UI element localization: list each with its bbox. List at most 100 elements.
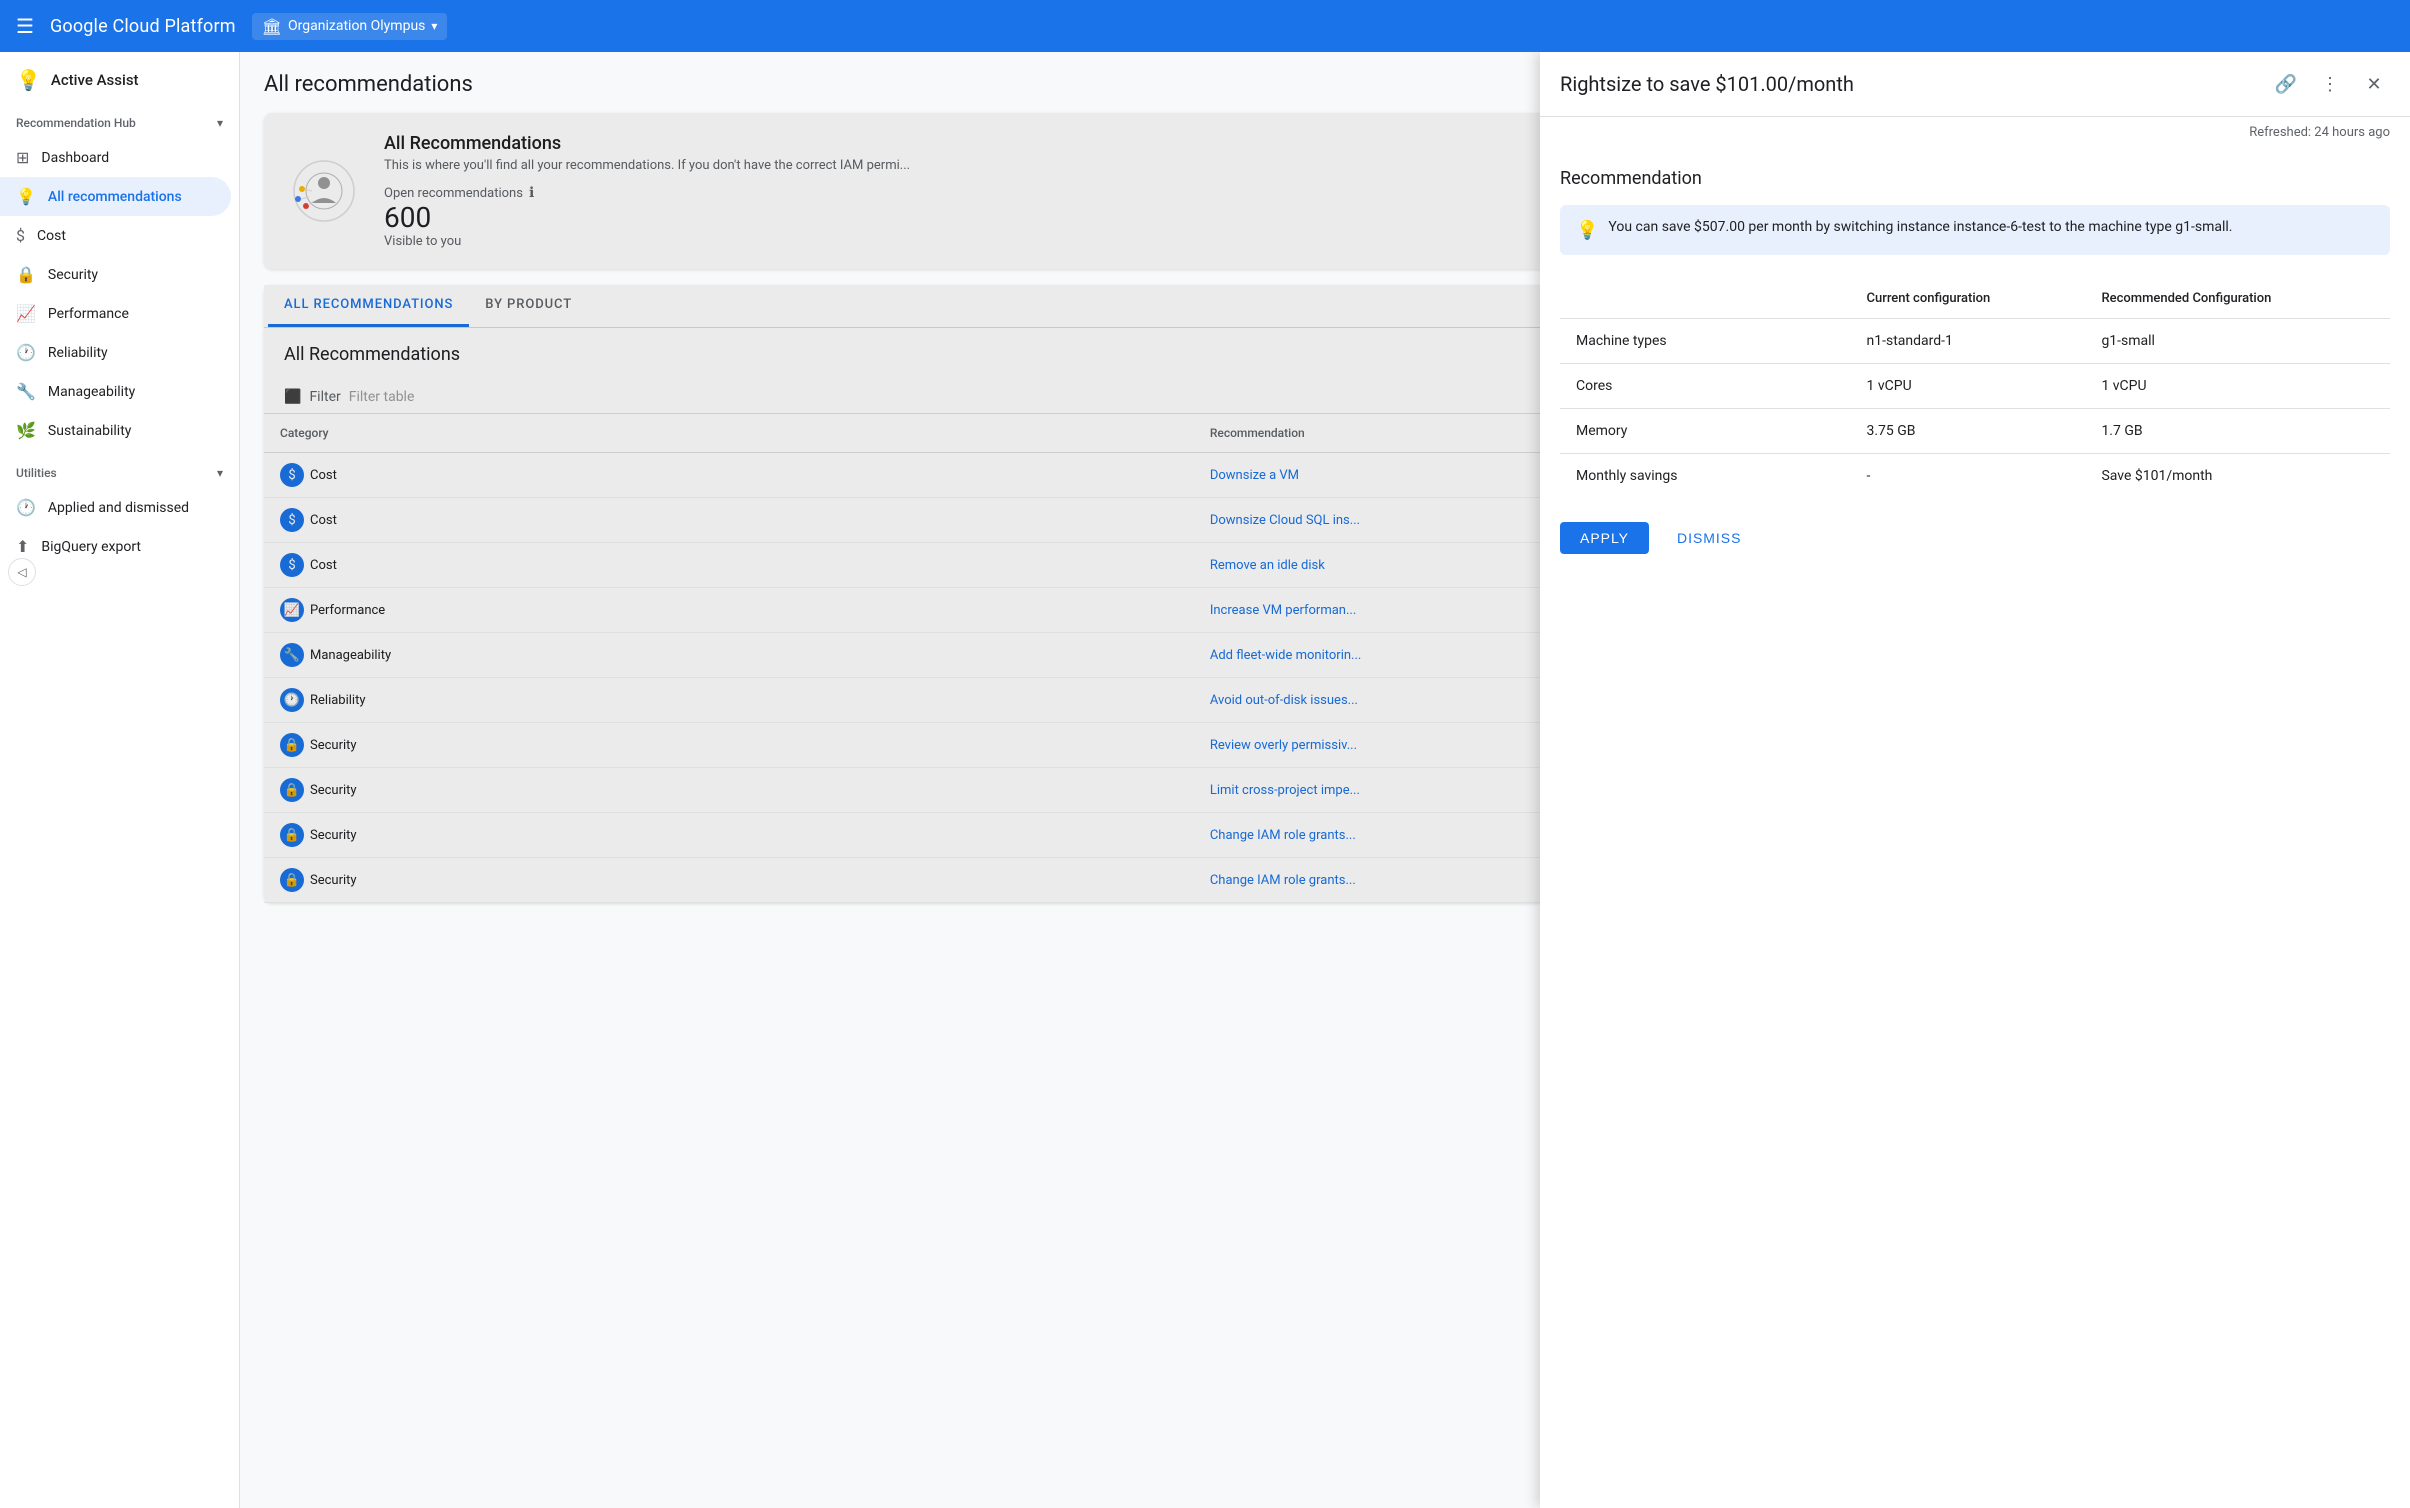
category-name: Security bbox=[310, 873, 357, 888]
sidebar-item-label: All recommendations bbox=[48, 189, 182, 205]
config-recommended-value: Save $101/month bbox=[2085, 454, 2390, 499]
sidebar-item-label: Dashboard bbox=[41, 150, 109, 166]
security-badge-icon: 🔒 bbox=[280, 868, 304, 892]
content-area: All recommendations bbox=[240, 52, 2410, 1508]
cost-badge-icon: $ bbox=[280, 553, 304, 577]
recommendation-link[interactable]: Add fleet-wide monitorin... bbox=[1210, 648, 1362, 663]
illustration bbox=[284, 151, 364, 231]
filter-label: Filter bbox=[309, 389, 340, 405]
panel-title: Rightsize to save $101.00/month bbox=[1560, 72, 1854, 96]
detail-panel: Rightsize to save $101.00/month 🔗 ⋮ ✕ Re… bbox=[1540, 52, 2410, 1508]
refresh-label: Refreshed: 24 hours ago bbox=[2249, 125, 2390, 140]
applied-dismissed-icon: 🕐 bbox=[16, 498, 36, 517]
sidebar-item-all-recommendations[interactable]: 💡 All recommendations bbox=[0, 177, 231, 216]
sidebar-item-bigquery-export[interactable]: ⬆ BigQuery export bbox=[0, 527, 231, 566]
open-recommendations: Open recommendations ℹ 600 Visible to yo… bbox=[384, 185, 910, 249]
action-buttons: APPLY DISMISS bbox=[1560, 522, 2390, 554]
category-name: Security bbox=[310, 783, 357, 798]
apply-button[interactable]: APPLY bbox=[1560, 522, 1649, 554]
card-description: This is where you'll find all your recom… bbox=[384, 158, 910, 173]
sidebar-item-label: BigQuery export bbox=[41, 539, 141, 555]
all-recommendations-icon: 💡 bbox=[16, 187, 36, 206]
info-banner-text: You can save $507.00 per month by switch… bbox=[1608, 219, 2232, 235]
config-label: Cores bbox=[1560, 364, 1851, 409]
org-selector[interactable]: 🏛 Organization Olympus ▾ bbox=[252, 13, 448, 40]
config-row-memory: Memory 3.75 GB 1.7 GB bbox=[1560, 409, 2390, 454]
reliability-icon: 🕐 bbox=[16, 343, 36, 362]
open-recs-label: Open recommendations bbox=[384, 186, 523, 201]
active-assist-icon: 💡 bbox=[16, 68, 41, 92]
panel-header: Rightsize to save $101.00/month 🔗 ⋮ ✕ bbox=[1540, 52, 2410, 117]
config-label: Machine types bbox=[1560, 319, 1851, 364]
copy-link-button[interactable]: 🔗 bbox=[2270, 68, 2302, 100]
cost-icon: $ bbox=[16, 226, 25, 245]
info-banner: 💡 You can save $507.00 per month by swit… bbox=[1560, 205, 2390, 255]
recommendation-link[interactable]: Downsize a VM bbox=[1210, 468, 1299, 483]
sidebar-item-label: Sustainability bbox=[48, 423, 131, 439]
filter-icon: ⬛ bbox=[284, 389, 301, 405]
security-icon: 🔒 bbox=[16, 265, 36, 284]
top-navigation: ☰ Google Cloud Platform 🏛 Organization O… bbox=[0, 0, 2410, 52]
category-name: Cost bbox=[310, 513, 337, 528]
dismiss-button[interactable]: DISMISS bbox=[1657, 522, 1761, 554]
sidebar-item-reliability[interactable]: 🕐 Reliability bbox=[0, 333, 231, 372]
collapse-sidebar-button[interactable]: ◁ bbox=[8, 558, 36, 586]
more-options-button[interactable]: ⋮ bbox=[2314, 68, 2346, 100]
category-name: Performance bbox=[310, 603, 385, 618]
sidebar-section-utilities[interactable]: Utilities ▾ bbox=[0, 458, 239, 488]
sidebar-item-manageability[interactable]: 🔧 Manageability bbox=[0, 372, 231, 411]
open-recs-count: 600 bbox=[384, 201, 534, 234]
reliability-badge-icon: 🕐 bbox=[280, 688, 304, 712]
panel-refresh-info: Refreshed: 24 hours ago bbox=[1540, 117, 2410, 148]
recommendation-link[interactable]: Remove an idle disk bbox=[1210, 558, 1325, 573]
sidebar-item-applied-dismissed[interactable]: 🕐 Applied and dismissed bbox=[0, 488, 231, 527]
sidebar-item-security[interactable]: 🔒 Security bbox=[0, 255, 231, 294]
sidebar-section-label: Recommendation Hub bbox=[16, 116, 136, 130]
recommendation-card-info: All Recommendations This is where you'll… bbox=[384, 133, 910, 249]
sidebar: 💡 Active Assist Recommendation Hub ▾ ⊞ D… bbox=[0, 52, 240, 1508]
sidebar-item-performance[interactable]: 📈 Performance bbox=[0, 294, 231, 333]
sidebar-item-label: Applied and dismissed bbox=[48, 500, 189, 516]
category-name: Security bbox=[310, 828, 357, 843]
sidebar-item-cost[interactable]: $ Cost bbox=[0, 216, 231, 255]
close-panel-button[interactable]: ✕ bbox=[2358, 68, 2390, 100]
sidebar-section-recommendation-hub[interactable]: Recommendation Hub ▾ bbox=[0, 108, 239, 138]
recommendation-link[interactable]: Review overly permissiv... bbox=[1210, 738, 1357, 753]
panel-body: Recommendation 💡 You can save $507.00 pe… bbox=[1540, 148, 2410, 1508]
recommendation-link[interactable]: Change IAM role grants... bbox=[1210, 828, 1356, 843]
org-icon: 🏛 bbox=[262, 17, 282, 36]
recommendation-link[interactable]: Change IAM role grants... bbox=[1210, 873, 1356, 888]
tab-all-recommendations[interactable]: ALL RECOMMENDATIONS bbox=[268, 285, 469, 327]
menu-button[interactable]: ☰ bbox=[16, 14, 34, 38]
filter-table-label: Filter table bbox=[349, 389, 415, 405]
recommendation-link[interactable]: Limit cross-project impe... bbox=[1210, 783, 1360, 798]
category-name: Security bbox=[310, 738, 357, 753]
org-name: Organization Olympus bbox=[288, 18, 425, 34]
config-row-cores: Cores 1 vCPU 1 vCPU bbox=[1560, 364, 2390, 409]
panel-actions: 🔗 ⋮ ✕ bbox=[2270, 68, 2390, 100]
bulb-icon: 💡 bbox=[1576, 220, 1598, 241]
category-name: Manageability bbox=[310, 648, 391, 663]
recommendation-link[interactable]: Avoid out-of-disk issues... bbox=[1210, 693, 1358, 708]
cost-badge-icon: $ bbox=[280, 463, 304, 487]
recommendation-link[interactable]: Downsize Cloud SQL ins... bbox=[1210, 513, 1360, 528]
sidebar-item-label: Cost bbox=[37, 228, 66, 244]
sidebar-item-label: Manageability bbox=[48, 384, 135, 400]
sidebar-item-dashboard[interactable]: ⊞ Dashboard bbox=[0, 138, 231, 177]
sidebar-item-sustainability[interactable]: 🌿 Sustainability bbox=[0, 411, 231, 450]
org-chevron-icon: ▾ bbox=[431, 19, 437, 33]
info-icon[interactable]: ℹ bbox=[529, 185, 534, 201]
tab-by-product[interactable]: BY PRODUCT bbox=[469, 285, 588, 327]
recommendation-link[interactable]: Increase VM performan... bbox=[1210, 603, 1356, 618]
sidebar-item-label: Reliability bbox=[48, 345, 108, 361]
sidebar-section-label: Utilities bbox=[16, 466, 57, 480]
brand-name: Google Cloud Platform bbox=[50, 16, 236, 37]
dashboard-icon: ⊞ bbox=[16, 148, 29, 167]
sidebar-item-label: Performance bbox=[48, 306, 129, 322]
sustainability-icon: 🌿 bbox=[16, 421, 36, 440]
col-property bbox=[1560, 279, 1851, 319]
config-recommended-value: 1.7 GB bbox=[2085, 409, 2390, 454]
config-label: Monthly savings bbox=[1560, 454, 1851, 499]
config-recommended-value: 1 vCPU bbox=[2085, 364, 2390, 409]
perf-badge-icon: 📈 bbox=[280, 598, 304, 622]
